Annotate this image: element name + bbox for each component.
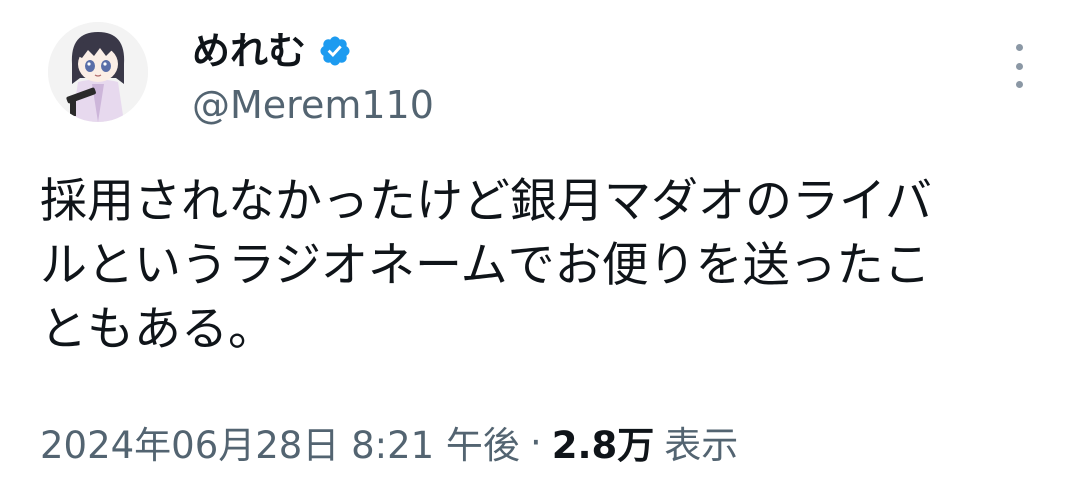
more-vertical-icon[interactable] <box>1004 44 1034 88</box>
tweet-text-line: ルというラジオネームでお便りを送ったこ <box>40 238 931 293</box>
meta-separator: · <box>529 420 542 464</box>
tweet-text-line: 採用されなかったけど銀月マダオのライバ <box>40 174 933 229</box>
tweet-meta: 2024年06月28日 8:21 午後 · 2.8万 表示 <box>40 414 738 470</box>
views-count: 2.8万 <box>551 424 655 467</box>
tweet-timestamp[interactable]: 2024年06月28日 8:21 午後 <box>40 415 520 469</box>
verified-badge-icon <box>318 34 352 68</box>
more-dot <box>1015 44 1023 51</box>
anime-character-avatar-icon <box>48 22 148 122</box>
more-dot <box>1015 81 1023 88</box>
author-display-name[interactable]: めれむ <box>192 26 306 76</box>
views-label: 表示 <box>664 424 739 467</box>
more-dot <box>1015 62 1023 70</box>
author-handle[interactable]: @Merem110 <box>192 80 434 130</box>
tweet-text: 採用されなかったけど銀月マダオのライバ ルというラジオネームでお便りを送ったこ … <box>40 170 1050 362</box>
tweet-card: めれむ @Merem110 採用されなかったけど銀月マダオのライバ ルというラジ… <box>0 0 1080 494</box>
avatar[interactable] <box>48 22 148 122</box>
author-name-row: めれむ <box>192 26 352 76</box>
tweet-text-line: ともある。 <box>40 302 275 357</box>
